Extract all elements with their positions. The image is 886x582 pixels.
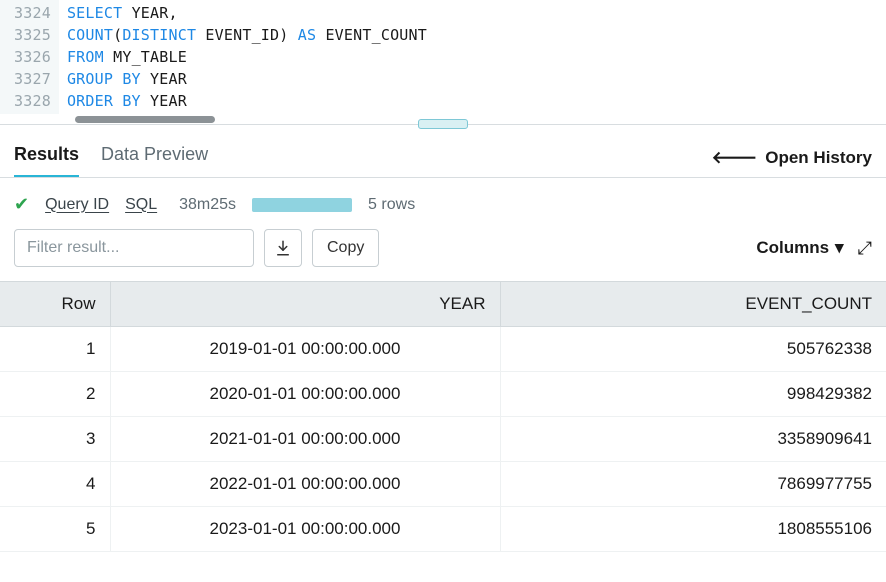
cell-event-count: 1808555106 xyxy=(500,507,886,552)
tab-data-preview[interactable]: Data Preview xyxy=(101,138,208,177)
cell-event-count: 505762338 xyxy=(500,327,886,372)
cell-event-count: 998429382 xyxy=(500,372,886,417)
table-row[interactable]: 4 2022-01-01 00:00:00.000 7869977755 xyxy=(0,462,886,507)
open-history-label: Open History xyxy=(765,148,872,168)
copy-button[interactable]: Copy xyxy=(312,229,379,267)
table-row[interactable]: 5 2023-01-01 00:00:00.000 1808555106 xyxy=(0,507,886,552)
cell-year: 2021-01-01 00:00:00.000 xyxy=(110,417,500,462)
line-number: 3324 xyxy=(14,2,51,24)
open-history-button[interactable]: 🡐 Open History xyxy=(712,148,872,168)
editor-gutter: 3324 3325 3326 3327 3328 xyxy=(0,0,59,114)
chevron-down-icon: ▾ xyxy=(835,238,844,258)
row-count: 5 rows xyxy=(368,196,415,214)
tab-results[interactable]: Results xyxy=(14,138,79,177)
cell-year: 2020-01-01 00:00:00.000 xyxy=(110,372,500,417)
cell-row: 1 xyxy=(0,327,110,372)
cell-row: 3 xyxy=(0,417,110,462)
col-header-year[interactable]: YEAR xyxy=(110,282,500,327)
sql-editor[interactable]: 3324 3325 3326 3327 3328 SELECT YEAR, CO… xyxy=(0,0,886,124)
columns-dropdown[interactable]: Columns ▾ xyxy=(756,238,843,258)
editor-content[interactable]: SELECT YEAR, COUNT(DISTINCT EVENT_ID) AS… xyxy=(59,0,427,114)
download-icon xyxy=(274,239,292,257)
table-row[interactable]: 2 2020-01-01 00:00:00.000 998429382 xyxy=(0,372,886,417)
col-header-event-count[interactable]: EVENT_COUNT xyxy=(500,282,886,327)
columns-label: Columns xyxy=(756,238,829,258)
cell-event-count: 3358909641 xyxy=(500,417,886,462)
cell-row: 2 xyxy=(0,372,110,417)
resize-handle[interactable] xyxy=(418,119,468,129)
table-row[interactable]: 1 2019-01-01 00:00:00.000 505762338 xyxy=(0,327,886,372)
query-id-link[interactable]: Query ID xyxy=(45,196,109,214)
cell-row: 4 xyxy=(0,462,110,507)
sql-link[interactable]: SQL xyxy=(125,196,157,214)
arrow-left-icon: 🡐 xyxy=(712,148,758,168)
download-button[interactable] xyxy=(264,229,302,267)
results-tabs: Results Data Preview xyxy=(14,138,208,177)
query-status-row: ✔ Query ID SQL 38m25s 5 rows xyxy=(0,178,886,229)
success-check-icon: ✔ xyxy=(14,194,29,215)
table-row[interactable]: 3 2021-01-01 00:00:00.000 3358909641 xyxy=(0,417,886,462)
cell-year: 2019-01-01 00:00:00.000 xyxy=(110,327,500,372)
line-number: 3325 xyxy=(14,24,51,46)
table-header-row: Row YEAR EVENT_COUNT xyxy=(0,282,886,327)
line-number: 3328 xyxy=(14,90,51,112)
pane-divider[interactable] xyxy=(0,124,886,136)
expand-icon[interactable]: ⤢ xyxy=(858,238,872,259)
line-number: 3326 xyxy=(14,46,51,68)
cell-event-count: 7869977755 xyxy=(500,462,886,507)
col-header-row[interactable]: Row xyxy=(0,282,110,327)
cell-year: 2022-01-01 00:00:00.000 xyxy=(110,462,500,507)
results-actions-row: Copy Columns ▾ ⤢ xyxy=(0,229,886,281)
query-progress-bar xyxy=(252,198,352,212)
query-progress-fill xyxy=(252,198,352,212)
query-duration: 38m25s xyxy=(179,196,236,214)
line-number: 3327 xyxy=(14,68,51,90)
cell-row: 5 xyxy=(0,507,110,552)
editor-horizontal-scrollbar[interactable] xyxy=(75,116,215,123)
cell-year: 2023-01-01 00:00:00.000 xyxy=(110,507,500,552)
results-table: Row YEAR EVENT_COUNT 1 2019-01-01 00:00:… xyxy=(0,281,886,552)
filter-result-input[interactable] xyxy=(14,229,254,267)
results-tabs-row: Results Data Preview 🡐 Open History xyxy=(0,136,886,178)
